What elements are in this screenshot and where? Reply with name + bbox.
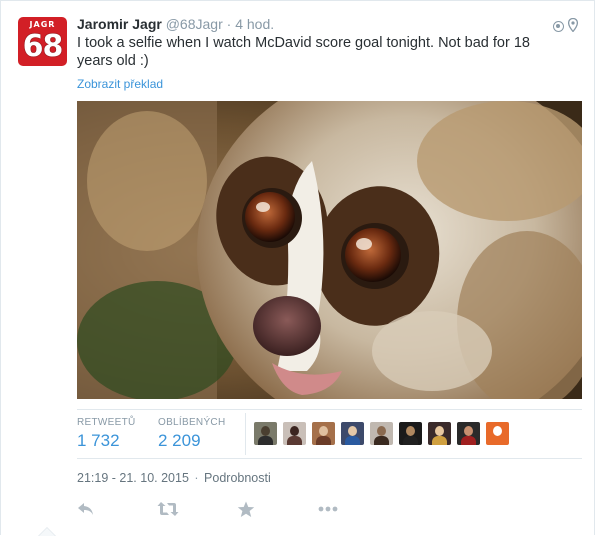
- reply-box-caret: [38, 527, 56, 536]
- avatar-face: [377, 426, 386, 436]
- globe-icon[interactable]: [553, 21, 564, 32]
- more-icon: [318, 506, 338, 512]
- tweet-top-icons: [553, 18, 578, 32]
- retweet-button[interactable]: [157, 501, 237, 521]
- avatar-body: [287, 436, 302, 445]
- tweet-stats: RETWEETŮ 1 732 OBLÍBENÝCH 2 209: [77, 409, 582, 459]
- avatar-face: [493, 426, 502, 436]
- translate-link[interactable]: Zobrazit překlad: [77, 77, 163, 91]
- relative-time[interactable]: 4 hod.: [235, 16, 274, 32]
- favorites-label: OBLÍBENÝCH: [158, 417, 226, 428]
- favorite-button[interactable]: [237, 501, 317, 521]
- favoriter-avatar[interactable]: [370, 422, 393, 445]
- tweet-header: Jaromir Jagr @68Jagr · 4 hod.: [77, 16, 274, 32]
- retweets-count: 1 732: [77, 431, 120, 450]
- favoriters-avatars: [254, 422, 509, 445]
- avatar-caption: JAGR: [29, 20, 56, 29]
- favoriter-avatar[interactable]: [428, 422, 451, 445]
- favorites-stat[interactable]: OBLÍBENÝCH 2 209: [158, 417, 225, 451]
- retweets-label: RETWEETŮ: [77, 417, 136, 428]
- avatar-body: [461, 436, 476, 445]
- author-username[interactable]: @68Jagr: [166, 16, 223, 32]
- avatar-body: [490, 436, 505, 445]
- retweets-stat[interactable]: RETWEETŮ 1 732: [77, 417, 136, 451]
- star-icon: [237, 501, 255, 517]
- avatar-body: [258, 436, 273, 445]
- tweet-timestamp: 21:19 - 21. 10. 2015 · Podrobnosti: [77, 471, 271, 485]
- reply-button[interactable]: [77, 501, 157, 521]
- details-link[interactable]: Podrobnosti: [204, 471, 271, 485]
- avatar-face: [464, 426, 473, 436]
- favoriter-avatar[interactable]: [254, 422, 277, 445]
- favorites-count: 2 209: [158, 431, 201, 450]
- timestamp-separator: ·: [194, 471, 199, 485]
- tweet-photo[interactable]: [77, 101, 582, 399]
- favoriter-avatar[interactable]: [283, 422, 306, 445]
- avatar-number: 68: [22, 29, 64, 64]
- tweet-card: JAGR 68 Jaromir Jagr @68Jagr · 4 hod. I …: [0, 0, 595, 535]
- retweet-icon: [157, 502, 179, 516]
- timestamp-text[interactable]: 21:19 - 21. 10. 2015: [77, 471, 189, 485]
- reply-icon: [78, 503, 93, 515]
- favoriter-avatar[interactable]: [312, 422, 335, 445]
- avatar-body: [432, 436, 447, 445]
- avatar-face: [348, 426, 357, 436]
- slow-loris-photo: [77, 101, 582, 399]
- author-fullname[interactable]: Jaromir Jagr: [77, 16, 162, 32]
- favoriter-avatar[interactable]: [486, 422, 509, 445]
- avatar-face: [319, 426, 328, 436]
- avatar-body: [403, 436, 418, 445]
- avatar-face: [406, 426, 415, 436]
- stats-divider: [245, 413, 246, 455]
- avatar-body: [316, 436, 331, 445]
- avatar-face: [435, 426, 444, 436]
- avatar-face: [261, 426, 270, 436]
- tweet-actions: [77, 501, 397, 521]
- avatar-face: [290, 426, 299, 436]
- header-separator: ·: [226, 16, 232, 32]
- avatar-body: [374, 436, 389, 445]
- avatar-body: [345, 436, 360, 445]
- favoriter-avatar[interactable]: [399, 422, 422, 445]
- favoriter-avatar[interactable]: [341, 422, 364, 445]
- favoriter-avatar[interactable]: [457, 422, 480, 445]
- avatar[interactable]: JAGR 68: [18, 17, 67, 66]
- tweet-text: I took a selfie when I watch McDavid sco…: [77, 35, 530, 69]
- more-button[interactable]: [317, 501, 397, 521]
- location-pin-icon[interactable]: [568, 18, 578, 32]
